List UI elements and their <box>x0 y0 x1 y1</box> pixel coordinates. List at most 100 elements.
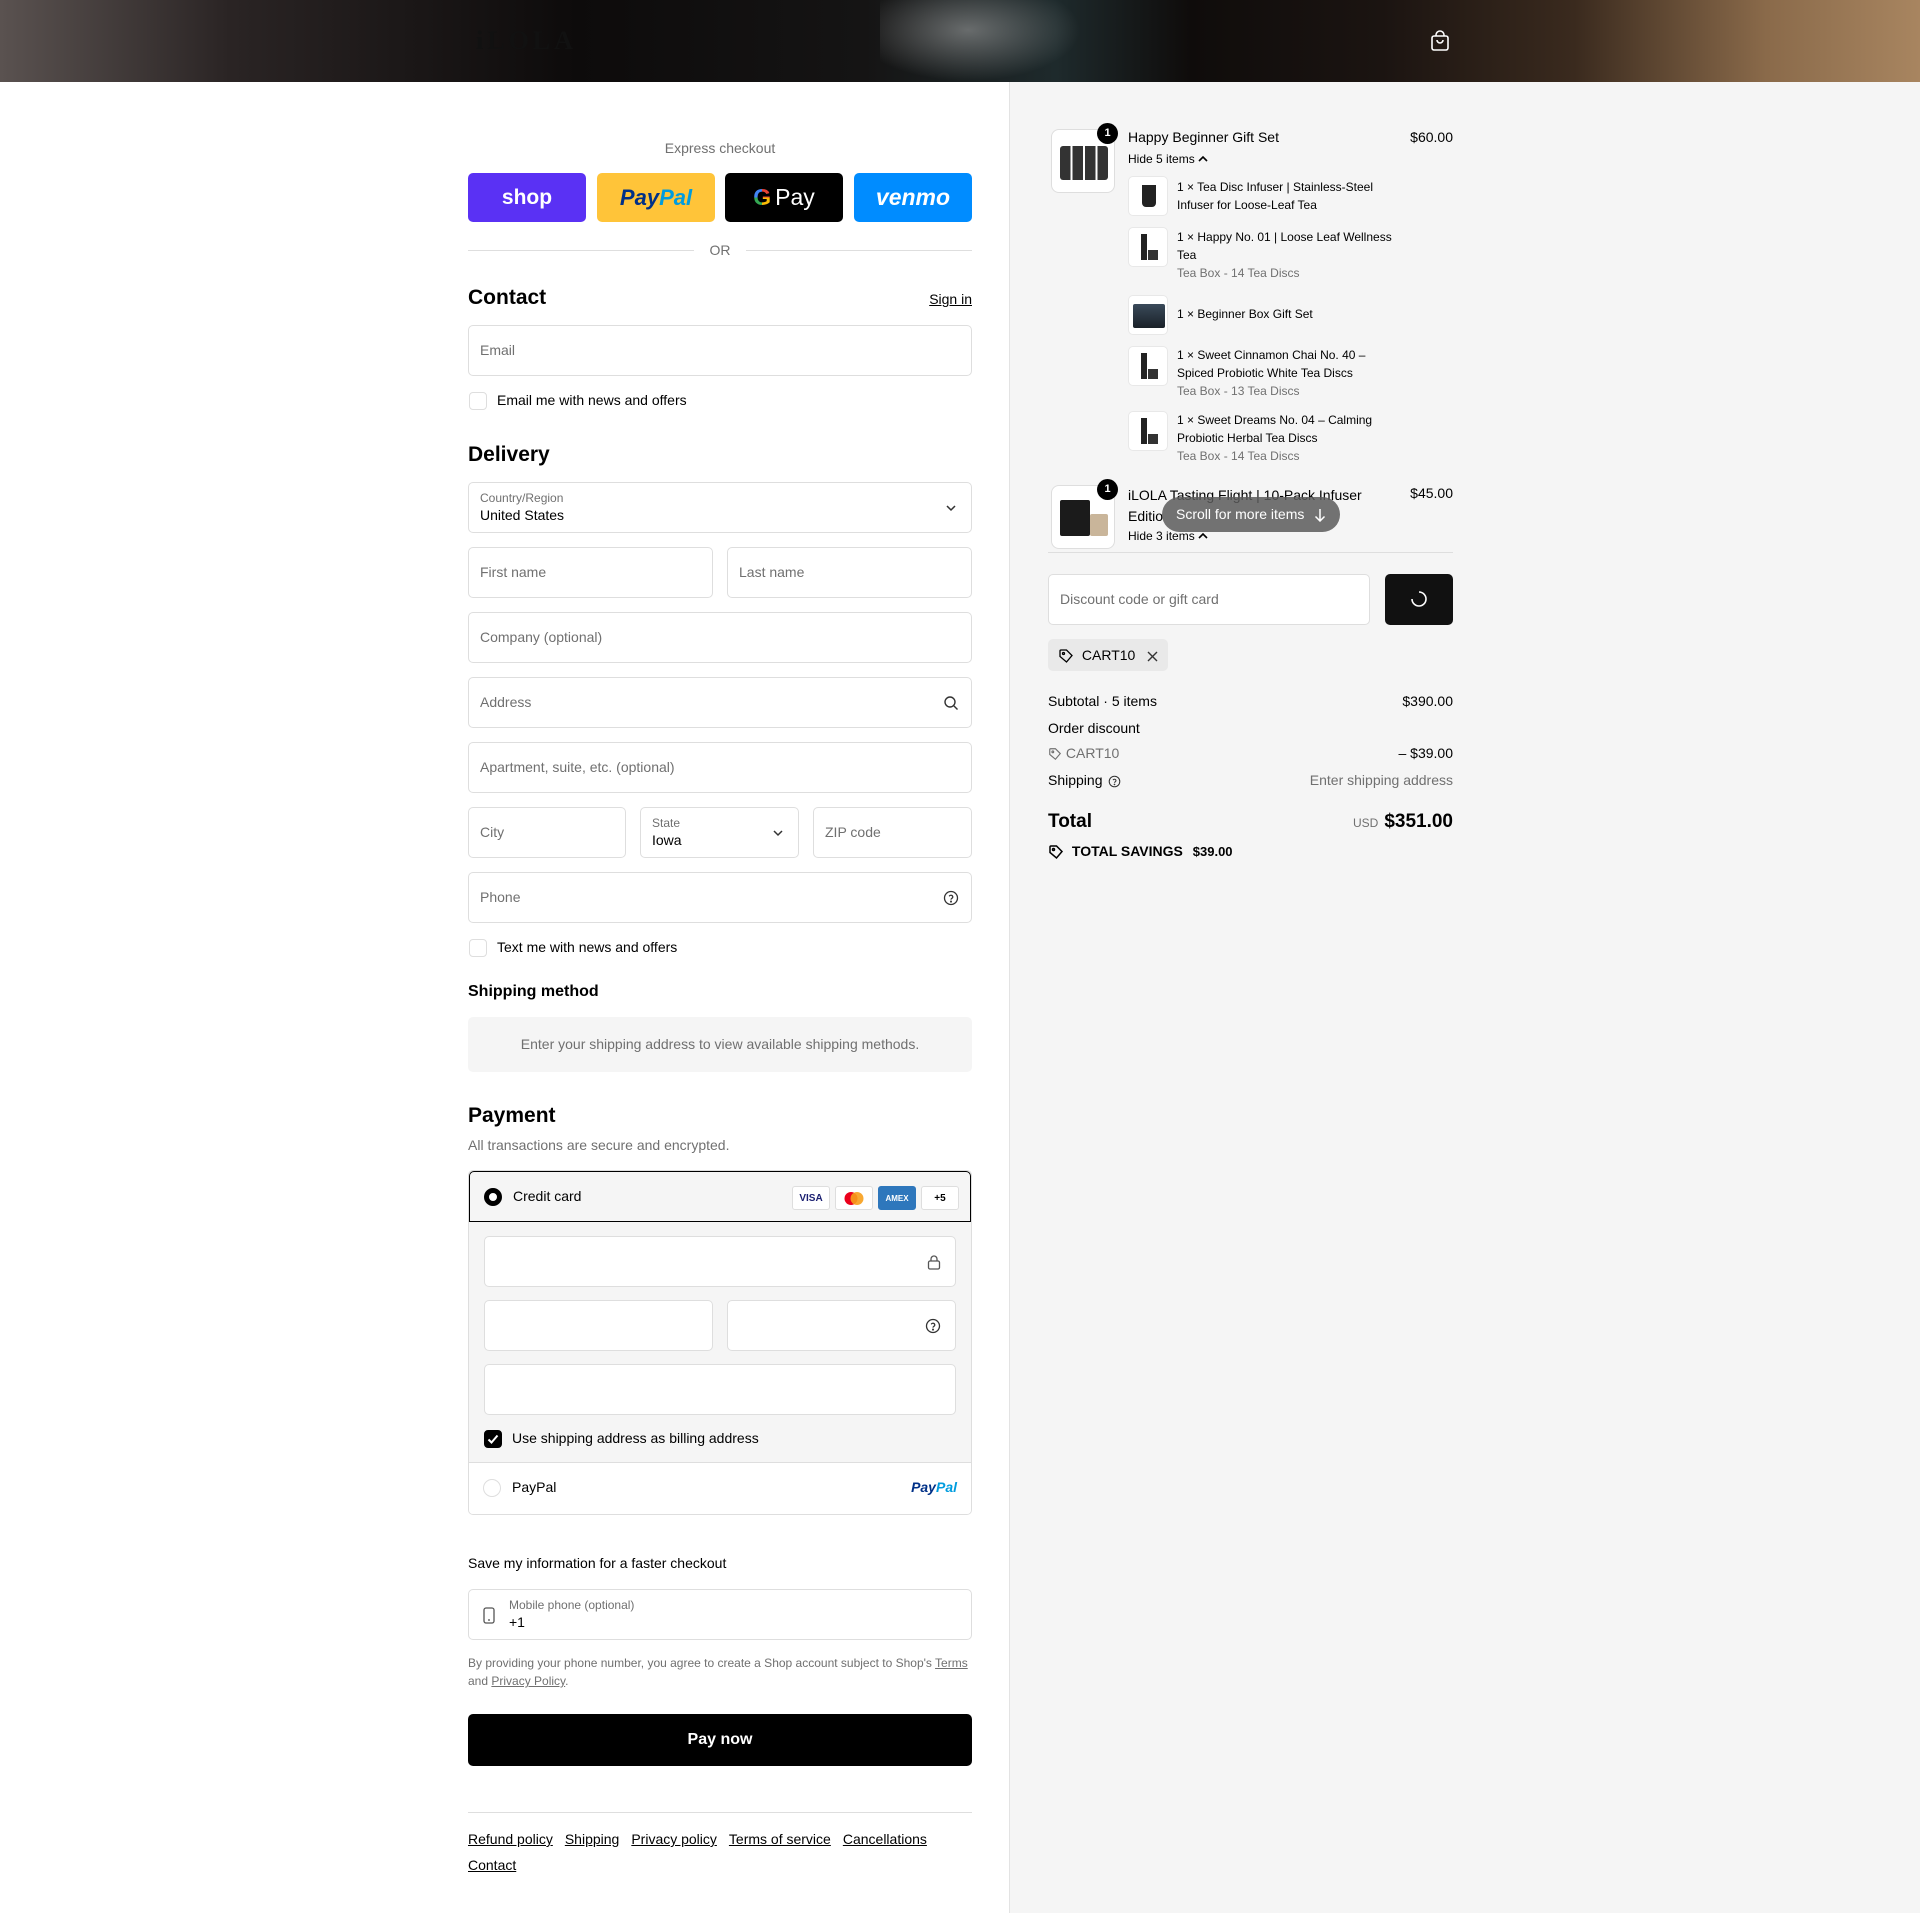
shipping-policy-link[interactable]: Shipping <box>565 1831 620 1847</box>
sub-item-name: 1 × Sweet Dreams No. 04 – Calming Probio… <box>1177 413 1373 445</box>
billing-same-label: Use shipping address as billing address <box>512 1430 759 1446</box>
tag-icon <box>1049 748 1062 761</box>
sub-item: 1 × Tea Disc Infuser | Stainless-Steel I… <box>1177 178 1397 214</box>
scroll-for-more-button[interactable]: Scroll for more items <box>1162 497 1341 532</box>
sub-item: 1 × Happy No. 01 | Loose Leaf Wellness T… <box>1177 228 1397 282</box>
paypal-logo-pay: Pay <box>911 1479 936 1495</box>
contact-heading: Contact <box>468 286 547 309</box>
quantity-badge: 1 <box>1097 479 1118 500</box>
shop-legal-text: By providing your phone number, you agre… <box>468 1654 972 1690</box>
text-opt-in-checkbox[interactable] <box>469 939 487 957</box>
privacy-policy-link[interactable]: Privacy Policy <box>491 1674 565 1688</box>
paypal-label: PayPal <box>512 1479 557 1495</box>
quantity-badge: 1 <box>1097 123 1118 144</box>
pay-now-button[interactable]: Pay now <box>468 1714 972 1766</box>
store-logo[interactable]: iLOLA <box>476 26 577 56</box>
shop-pay-button[interactable]: shop <box>468 173 586 222</box>
subtotal-value: $390.00 <box>1402 693 1453 709</box>
product-title: Happy Beginner Gift Set <box>1128 129 1279 145</box>
sign-in-link[interactable]: Sign in <box>929 291 972 307</box>
security-code-field[interactable] <box>727 1300 956 1351</box>
email-field[interactable]: Email <box>468 325 972 376</box>
refund-policy-link[interactable]: Refund policy <box>468 1831 553 1847</box>
discount-code-field[interactable]: Discount code or gift card <box>1048 574 1370 625</box>
apartment-placeholder: Apartment, suite, etc. (optional) <box>480 759 675 775</box>
close-icon[interactable] <box>1147 651 1158 662</box>
help-circle-icon[interactable] <box>1108 775 1121 788</box>
payment-heading: Payment <box>468 1104 556 1127</box>
credit-card-fields: Use shipping address as billing address <box>469 1222 971 1463</box>
expiration-field[interactable] <box>484 1300 713 1351</box>
mobile-phone-icon <box>483 1607 495 1624</box>
email-opt-in-label: Email me with news and offers <box>497 392 687 408</box>
tag-icon <box>1049 845 1064 860</box>
currency-code: USD <box>1352 816 1379 830</box>
paypal-pal-text: Pal <box>659 184 693 210</box>
terms-of-service-link[interactable]: Terms of service <box>729 1831 831 1847</box>
shopping-bag-icon[interactable] <box>1428 29 1452 53</box>
product-title-line: Editio <box>1128 508 1164 524</box>
credit-card-radio[interactable] <box>484 1188 502 1206</box>
first-name-field[interactable]: First name <box>468 547 713 598</box>
credit-card-option[interactable]: Credit card VISA AMEX +5 <box>469 1171 971 1222</box>
state-select[interactable]: State Iowa <box>640 807 799 858</box>
country-label: Country/Region <box>480 491 564 505</box>
header-banner: iLOLA <box>0 0 1920 82</box>
paypal-radio[interactable] <box>483 1479 501 1497</box>
state-label: State <box>652 816 681 830</box>
country-select[interactable]: Country/Region United States <box>468 482 972 533</box>
last-name-field[interactable]: Last name <box>727 547 972 598</box>
zip-field[interactable]: ZIP code <box>813 807 972 858</box>
discount-code-row: CART10 – $39.00 <box>1048 745 1453 761</box>
text-opt-in-label: Text me with news and offers <box>497 939 678 955</box>
phone-placeholder: Phone <box>480 889 521 905</box>
legal-prefix: By providing your phone number, you agre… <box>468 1656 932 1670</box>
mobile-phone-field[interactable]: Mobile phone (optional) +1 <box>468 1589 972 1640</box>
google-pay-button[interactable]: G Pay <box>725 173 843 222</box>
name-on-card-field[interactable] <box>484 1364 956 1415</box>
chevron-down-icon <box>946 505 956 512</box>
sub-item-variant: Tea Box - 13 Tea Discs <box>1177 384 1300 398</box>
city-field[interactable]: City <box>468 807 626 858</box>
apartment-field[interactable]: Apartment, suite, etc. (optional) <box>468 742 972 793</box>
sub-item-name: 1 × Happy No. 01 | Loose Leaf Wellness T… <box>1177 230 1392 262</box>
address-field[interactable]: Address <box>468 677 972 728</box>
cancellations-link[interactable]: Cancellations <box>843 1831 927 1847</box>
email-placeholder: Email <box>480 342 516 358</box>
card-number-field[interactable] <box>484 1236 956 1287</box>
subtotal-row: Subtotal · 5 items $390.00 <box>1048 693 1453 709</box>
email-opt-in-checkbox[interactable] <box>469 392 487 410</box>
order-discount-row: Order discount <box>1048 720 1453 736</box>
order-discount-label: Order discount <box>1048 720 1140 736</box>
google-pay-text: Pay <box>775 184 815 210</box>
paypal-logo-pal: Pal <box>935 1479 957 1495</box>
mobile-phone-label: Mobile phone (optional) <box>509 1598 635 1612</box>
total-value: $351.00 <box>1384 811 1453 832</box>
product-price: $60.00 <box>1410 129 1453 145</box>
discount-code-label: CART10 <box>1065 745 1120 761</box>
chevron-up-icon <box>1198 532 1208 539</box>
help-circle-icon[interactable] <box>925 1318 941 1334</box>
paypal-option[interactable]: PayPal PayPal <box>469 1463 971 1514</box>
chevron-up-icon <box>1198 155 1208 162</box>
state-value: Iowa <box>652 832 682 848</box>
mobile-phone-value: +1 <box>509 1614 525 1630</box>
shipping-method-heading: Shipping method <box>468 983 599 1000</box>
venmo-button[interactable]: venmo <box>854 173 972 222</box>
terms-link[interactable]: Terms <box>935 1656 968 1670</box>
total-savings-value: $39.00 <box>1192 844 1233 859</box>
total-savings-label: TOTAL SAVINGS <box>1071 843 1183 859</box>
contact-link[interactable]: Contact <box>468 1857 516 1873</box>
help-circle-icon[interactable] <box>943 890 959 906</box>
privacy-policy-footer-link[interactable]: Privacy policy <box>631 1831 717 1847</box>
apply-discount-button[interactable] <box>1385 574 1453 625</box>
amex-icon: AMEX <box>878 1186 916 1210</box>
hide-items-toggle[interactable]: Hide 5 items <box>1128 152 1208 166</box>
chevron-down-icon <box>773 830 783 837</box>
company-field[interactable]: Company (optional) <box>468 612 972 663</box>
phone-field[interactable]: Phone <box>468 872 972 923</box>
zip-placeholder: ZIP code <box>825 824 881 840</box>
billing-same-checkbox[interactable] <box>484 1430 502 1448</box>
country-value: United States <box>480 507 565 523</box>
paypal-express-button[interactable]: Pay Pal <box>597 173 715 222</box>
